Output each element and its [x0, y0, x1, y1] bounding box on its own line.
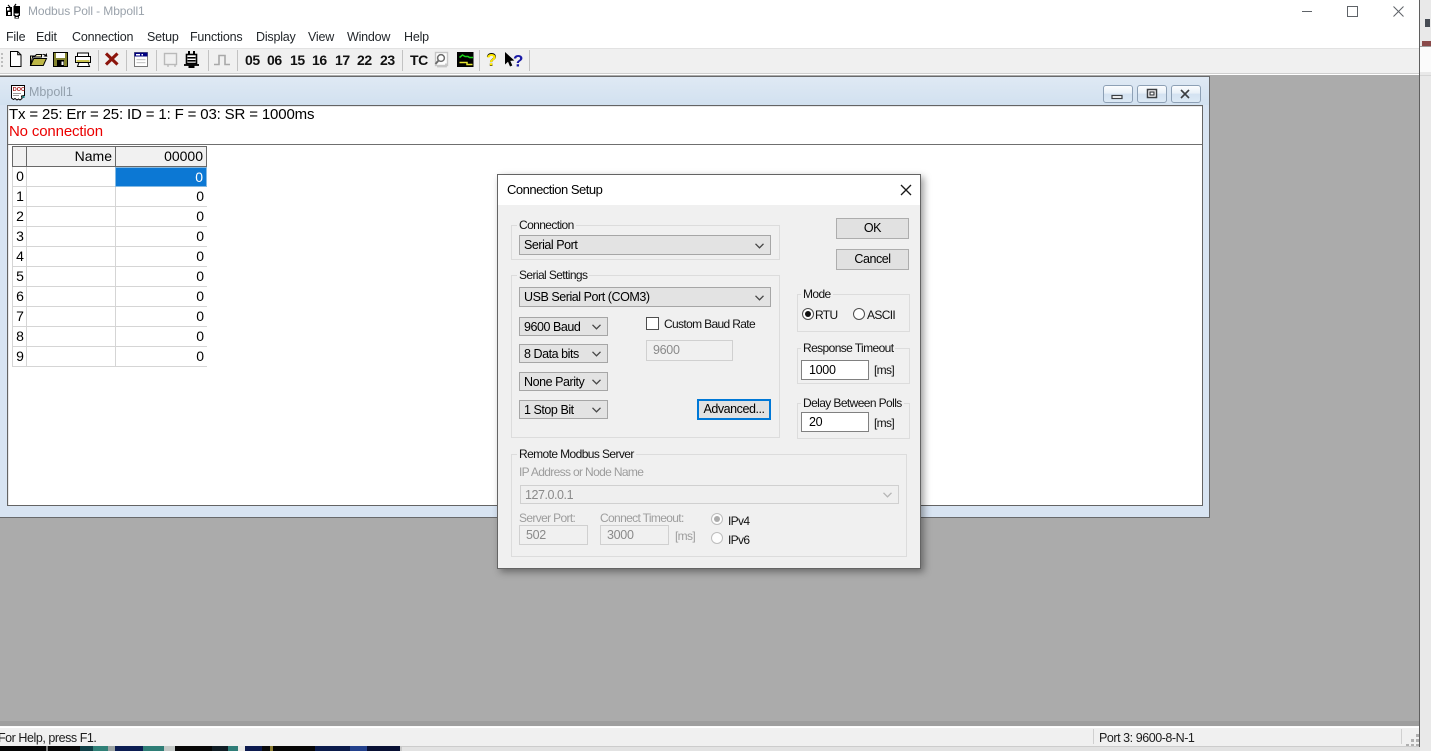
svg-text:DOC: DOC [13, 87, 25, 93]
svg-text:?: ? [486, 51, 496, 70]
svg-text:?: ? [513, 52, 523, 71]
